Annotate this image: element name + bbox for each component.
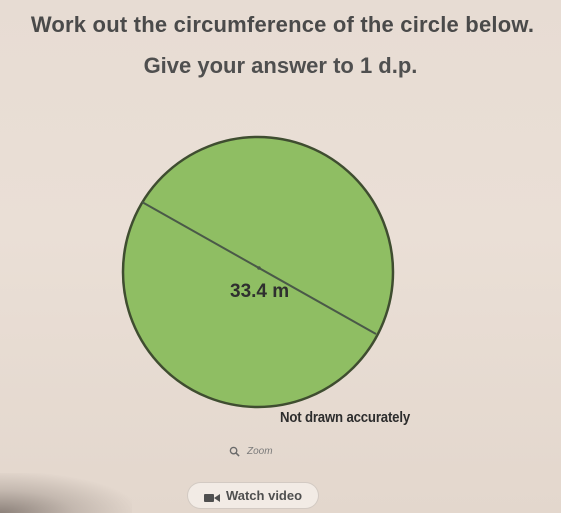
watch-video-label: Watch video xyxy=(225,488,303,503)
question-text: Work out the circumference of the circle… xyxy=(30,12,535,37)
precision-instruction: Give your answer to 1 d.p. xyxy=(143,53,418,78)
center-point xyxy=(257,266,261,270)
bottom-left-shadow xyxy=(0,473,132,513)
circle-diagram-svg: 33.4 m xyxy=(121,135,395,409)
question-page: Work out the circumference of the circle… xyxy=(0,0,561,513)
circle-shape xyxy=(121,135,395,409)
zoom-label: Zoom xyxy=(247,446,273,457)
video-icon xyxy=(203,491,220,502)
watch-video-button[interactable]: Watch video xyxy=(187,482,319,509)
diameter-label: 33.4 m xyxy=(230,281,289,302)
not-drawn-accurately-note: Not drawn accurately xyxy=(280,409,410,426)
search-icon xyxy=(229,446,240,457)
zoom-button[interactable]: Zoom xyxy=(229,446,273,457)
circle-diagram: 33.4 m xyxy=(120,128,400,418)
